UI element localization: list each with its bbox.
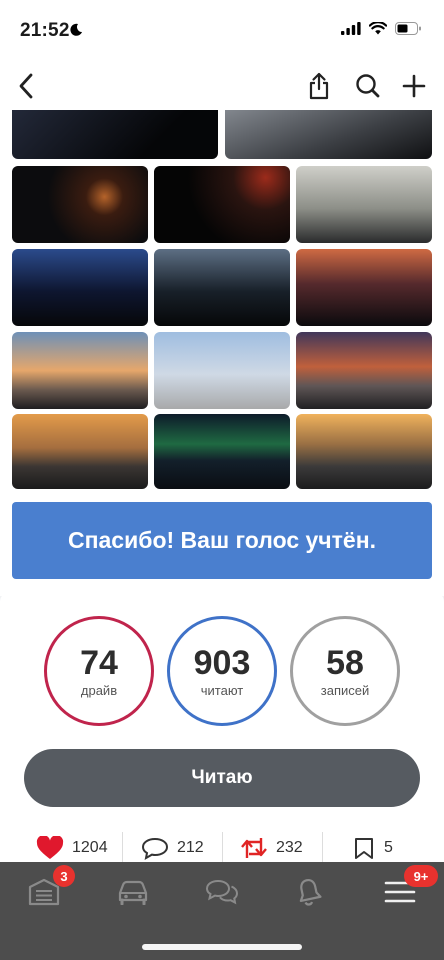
share-icon (309, 72, 329, 100)
stat-readers[interactable]: 903 читают (167, 616, 277, 726)
chat-icon (205, 879, 239, 905)
divider (122, 832, 123, 862)
gallery-photo[interactable] (154, 249, 290, 326)
tab-cars[interactable] (105, 872, 161, 912)
gallery-photo[interactable] (12, 249, 148, 326)
content-area: Спасибо! Ваш голос учтён. 74 драйв 903 ч… (0, 110, 444, 862)
comments-button[interactable]: 212 (141, 836, 204, 860)
comment-count: 212 (177, 839, 204, 856)
stat-posts-label: записей (320, 682, 370, 698)
bookmark-count: 5 (384, 839, 393, 856)
reactions-bar: 1204 212 232 5 (0, 832, 444, 862)
repost-button[interactable]: 232 (240, 836, 303, 860)
gallery-photo[interactable] (154, 414, 290, 489)
car-icon (118, 880, 148, 905)
gallery-photo[interactable] (154, 166, 290, 243)
status-time: 21:52 (20, 20, 70, 41)
menu-badge: 9+ (404, 865, 438, 887)
repost-count: 232 (276, 839, 303, 856)
gallery-photo[interactable] (225, 110, 432, 159)
bell-icon (299, 878, 322, 906)
stat-posts[interactable]: 58 записей (290, 616, 400, 726)
search-icon (356, 74, 380, 98)
profile-stats-card: 74 драйв 903 читают 58 записей Читаю 120… (0, 592, 444, 862)
gallery-photo[interactable] (12, 110, 218, 159)
stat-readers-label: читают (200, 682, 244, 698)
comment-icon (141, 837, 169, 860)
heart-icon (36, 836, 64, 859)
repost-icon (241, 838, 267, 858)
status-bar: 21:52 (0, 0, 444, 62)
garage-badge: 3 (53, 865, 75, 887)
gallery-photo[interactable] (296, 414, 432, 489)
signal-icon (341, 22, 361, 35)
wifi-icon (369, 22, 387, 35)
like-button[interactable]: 1204 (36, 836, 108, 860)
bookmark-icon (355, 838, 373, 859)
bookmark-button[interactable]: 5 (352, 836, 393, 860)
stat-drive-value: 74 (80, 643, 118, 682)
gallery-photo[interactable] (296, 332, 432, 409)
back-button[interactable] (8, 68, 44, 104)
divider (322, 832, 323, 862)
vote-confirmation-banner: Спасибо! Ваш голос учтён. (12, 502, 432, 579)
navigation-bar (0, 62, 444, 110)
add-button[interactable] (396, 68, 432, 104)
like-count: 1204 (72, 839, 108, 856)
home-indicator (142, 944, 302, 950)
share-button[interactable] (301, 68, 337, 104)
stat-drive: 74 драйв (44, 616, 154, 726)
photo-gallery: Спасибо! Ваш голос учтён. (0, 110, 444, 596)
gallery-photo[interactable] (296, 249, 432, 326)
gallery-photo[interactable] (154, 332, 290, 409)
tab-messages[interactable] (194, 872, 250, 912)
gallery-photo[interactable] (296, 166, 432, 243)
stat-drive-label: драйв (80, 682, 118, 698)
gallery-photo[interactable] (12, 332, 148, 409)
tab-notifications[interactable] (281, 872, 337, 912)
status-indicators (341, 22, 422, 35)
moon-icon (70, 23, 82, 36)
battery-icon (395, 22, 421, 35)
stat-readers-value: 903 (193, 643, 251, 682)
follow-button[interactable]: Читаю (24, 749, 420, 807)
add-icon (402, 74, 426, 98)
gallery-photo[interactable] (12, 414, 148, 489)
search-button[interactable] (350, 68, 386, 104)
back-icon (19, 73, 33, 99)
stat-posts-value: 58 (326, 643, 364, 682)
divider (222, 832, 223, 862)
gallery-photo[interactable] (12, 166, 148, 243)
